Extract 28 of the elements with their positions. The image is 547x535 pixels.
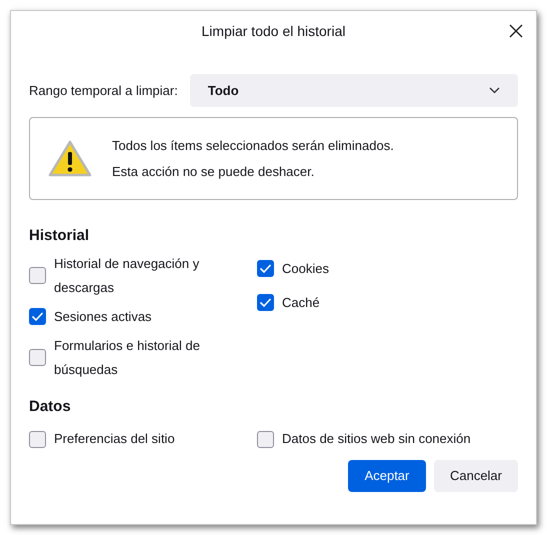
window-title: Limpiar todo el historial — [202, 22, 346, 41]
range-dropdown[interactable]: Todo — [190, 74, 518, 107]
checkbox[interactable] — [29, 308, 46, 325]
chevron-down-icon — [489, 87, 500, 94]
checkbox[interactable] — [29, 267, 46, 284]
cancel-button[interactable]: Cancelar — [434, 460, 518, 492]
section-heading: Historial — [29, 226, 90, 246]
checkbox-label: Caché — [282, 294, 320, 312]
checkmark-icon — [259, 262, 272, 275]
checkbox[interactable] — [257, 430, 274, 448]
checkbox-label: Datos de sitios web sin conexión — [282, 430, 471, 448]
checkbox-label: Preferencias del sitio — [54, 430, 175, 448]
checkbox[interactable] — [29, 349, 46, 366]
checkbox-label: Formularios e historial de búsquedas — [54, 336, 201, 379]
range-label: Rango temporal a limpiar: — [29, 82, 178, 100]
section-heading: Datos — [29, 396, 72, 416]
checkbox-label: Sesiones activas — [54, 308, 152, 326]
warning-icon — [48, 140, 92, 178]
checkmark-icon — [259, 296, 272, 309]
checkbox[interactable] — [29, 430, 46, 448]
checkbox[interactable] — [257, 260, 274, 277]
warning-text: Esta acción no se puede deshacer. — [112, 162, 316, 181]
checkbox-label: Cookies — [282, 260, 329, 278]
checkbox[interactable] — [257, 294, 274, 311]
warning-text: Todos los ítems seleccionados serán eliminados. — [112, 137, 394, 155]
checkbox-label: Historial de navegación y descargas — [54, 254, 200, 297]
accept-button[interactable]: Aceptar — [348, 460, 426, 492]
checkmark-icon — [31, 310, 44, 323]
